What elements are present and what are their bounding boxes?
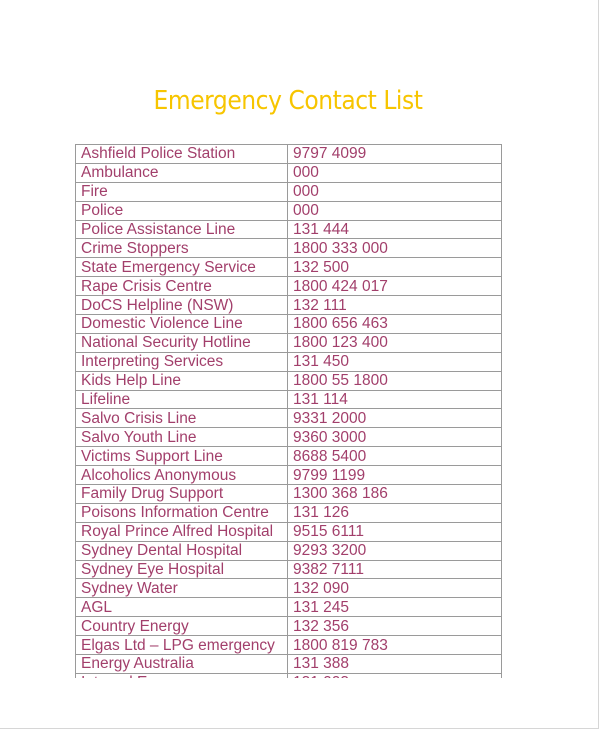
contact-name: Crime Stoppers <box>75 238 288 259</box>
contact-number: 1800 333 000 <box>287 238 502 259</box>
contact-name: Sydney Eye Hospital <box>75 559 288 580</box>
table-row: Fire 000 <box>75 181 502 202</box>
table-row: Elgas Ltd – LPG emergency 1800 819 783 <box>75 635 502 656</box>
contact-name: Poisons Information Centre <box>75 502 288 523</box>
contact-name: Lifeline <box>75 389 288 410</box>
table-row: Lifeline 131 114 <box>75 389 502 410</box>
table-row: Ashfield Police Station 9797 4099 <box>75 144 502 164</box>
contact-name: Alcoholics Anonymous <box>75 465 288 486</box>
contact-number: 9360 3000 <box>287 427 502 448</box>
contact-number: 000 <box>287 181 502 202</box>
contact-number: 000 <box>287 200 502 221</box>
table-row: Crime Stoppers 1800 333 000 <box>75 238 502 259</box>
contact-name: Royal Prince Alfred Hospital <box>75 521 288 542</box>
table-row: Police 000 <box>75 200 502 221</box>
contact-table-container: Ashfield Police Station 9797 4099 Ambulanc… <box>75 144 503 678</box>
table-row: Royal Prince Alfred Hospital 9515 6111 <box>75 521 502 542</box>
contact-number: 1800 424 017 <box>287 276 502 297</box>
contact-number: 9382 7111 <box>287 559 502 580</box>
page-title: Emergency Contact List <box>153 86 423 116</box>
contact-number: 9331 2000 <box>287 408 502 429</box>
contact-number: 8688 5400 <box>287 446 502 467</box>
contact-name: Country Energy <box>75 616 288 637</box>
table-row: Ambulance 000 <box>75 162 502 183</box>
contact-name: AGL <box>75 597 288 618</box>
table-row: Poisons Information Centre 131 126 <box>75 502 502 523</box>
contact-number: 132 500 <box>287 257 502 278</box>
table-row: Kids Help Line 1800 55 1800 <box>75 370 502 391</box>
contact-name: Ambulance <box>75 162 288 183</box>
contact-number: 132 090 <box>287 578 502 599</box>
table-row: Police Assistance Line 131 444 <box>75 219 502 240</box>
table-row: Family Drug Support 1300 368 186 <box>75 484 502 504</box>
table-row: Victims Support Line 8688 5400 <box>75 446 502 467</box>
contact-number: 1800 819 783 <box>287 635 502 656</box>
table-row: Energy Australia 131 388 <box>75 654 502 674</box>
contact-number: 131 245 <box>287 597 502 618</box>
contact-table: Ashfield Police Station 9797 4099 Ambulanc… <box>75 144 502 678</box>
contact-number: 131 388 <box>287 654 502 674</box>
table-row: Interpreting Services 131 450 <box>75 351 502 372</box>
table-row: Country Energy 132 356 <box>75 616 502 637</box>
contact-name: Police <box>75 200 288 221</box>
contact-name: Kids Help Line <box>75 370 288 391</box>
contact-number: 131 450 <box>287 351 502 372</box>
table-row: Rape Crisis Centre 1800 424 017 <box>75 276 502 297</box>
contact-name: Domestic Violence Line <box>75 314 288 334</box>
contact-number: 9799 1199 <box>287 465 502 486</box>
contact-name: State Emergency Service <box>75 257 288 278</box>
contact-number: 131 126 <box>287 502 502 523</box>
table-row: Sydney Water 132 090 <box>75 578 502 599</box>
table-row: State Emergency Service 132 500 <box>75 257 502 278</box>
contact-name: Sydney Dental Hospital <box>75 540 288 561</box>
contact-number: 132 356 <box>287 616 502 637</box>
table-row: Integral Energy131 003 <box>75 672 502 678</box>
contact-name: DoCS Helpline (NSW) <box>75 295 288 316</box>
table-row: AGL 131 245 <box>75 597 502 618</box>
contact-name: Ashfield Police Station <box>75 144 288 164</box>
document-page: Emergency Contact List Ashfield Police S… <box>0 0 599 729</box>
contact-number: 9293 3200 <box>287 540 502 561</box>
table-row: Salvo Youth Line 9360 3000 <box>75 427 502 448</box>
contact-name: Sydney Water <box>75 578 288 599</box>
contact-name: Interpreting Services <box>75 351 288 372</box>
contact-number: 1800 123 400 <box>287 332 502 353</box>
contact-number: 131 003 <box>287 672 502 678</box>
contact-name: Victims Support Line <box>75 446 288 467</box>
table-row: National Security Hotline 1800 123 400 <box>75 332 502 353</box>
contact-number: 9515 6111 <box>287 521 502 542</box>
table-row: Domestic Violence Line 1800 656 463 <box>75 314 502 334</box>
contact-name: Family Drug Support <box>75 484 288 504</box>
contact-name: Energy Australia <box>75 654 288 674</box>
contact-number: 131 444 <box>287 219 502 240</box>
table-row: Sydney Eye Hospital 9382 7111 <box>75 559 502 580</box>
contact-name: Rape Crisis Centre <box>75 276 288 297</box>
table-row: DoCS Helpline (NSW) 132 111 <box>75 295 502 316</box>
contact-number: 132 111 <box>287 295 502 316</box>
contact-number: 1800 55 1800 <box>287 370 502 391</box>
contact-name: Salvo Youth Line <box>75 427 288 448</box>
table-row: Salvo Crisis Line 9331 2000 <box>75 408 502 429</box>
contact-name: Fire <box>75 181 288 202</box>
contact-name: Integral Energy <box>75 672 288 678</box>
contact-number: 1800 656 463 <box>287 314 502 334</box>
contact-name: Salvo Crisis Line <box>75 408 288 429</box>
contact-number: 131 114 <box>287 389 502 410</box>
contact-name: Elgas Ltd – LPG emergency <box>75 635 288 656</box>
contact-number: 1300 368 186 <box>287 484 502 504</box>
table-row: Sydney Dental Hospital 9293 3200 <box>75 540 502 561</box>
contact-name: National Security Hotline <box>75 332 288 353</box>
contact-number: 000 <box>287 162 502 183</box>
contact-name: Police Assistance Line <box>75 219 288 240</box>
table-row: Alcoholics Anonymous 9799 1199 <box>75 465 502 486</box>
contact-number: 9797 4099 <box>287 144 502 164</box>
